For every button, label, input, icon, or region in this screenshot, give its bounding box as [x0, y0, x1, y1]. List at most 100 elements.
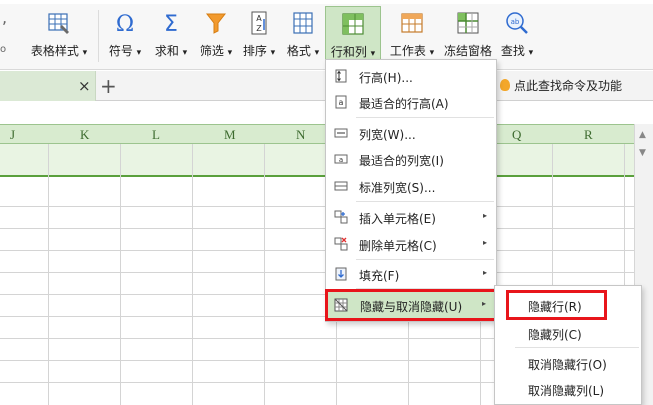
rows-columns-button[interactable]: 行和列 ▾: [325, 6, 381, 62]
chevron-down-icon: ▾: [528, 48, 534, 58]
autofit-column-width-icon: a: [334, 154, 348, 164]
submenu-item-label: 取消隐藏行(O): [528, 358, 607, 372]
column-header-k[interactable]: K: [80, 127, 89, 143]
menu-item-column-width[interactable]: 列宽(W)...: [326, 121, 496, 145]
chevron-down-icon: ▾: [82, 48, 88, 58]
svg-text:ab: ab: [511, 18, 520, 26]
sort-label: 排序: [242, 44, 267, 58]
scroll-down-icon[interactable]: ▼: [639, 148, 646, 158]
menu-item-autofit-column-width[interactable]: a 最适合的列宽(I): [326, 147, 496, 171]
grid-line: [0, 228, 634, 229]
omega-icon: Ω: [116, 12, 134, 36]
menu-item-row-height[interactable]: 行高(H)...: [326, 64, 496, 88]
sort-button[interactable]: A Z 排序 ▾: [238, 6, 280, 66]
new-tab-button[interactable]: +: [100, 74, 117, 98]
scroll-up-icon[interactable]: ▲: [639, 130, 646, 140]
menu-item-label: 最适合的行高(A): [359, 97, 449, 111]
format-grid-icon: [293, 12, 313, 34]
chevron-down-icon: ▾: [370, 49, 376, 59]
menu-item-label: 填充(F): [359, 269, 400, 283]
submenu-item-hide-rows[interactable]: 隐藏行(R): [506, 290, 607, 320]
standard-column-width-icon: [334, 181, 348, 191]
submenu-item-hide-columns[interactable]: 隐藏列(C): [495, 320, 641, 346]
svg-text:Ω: Ω: [116, 12, 134, 36]
format-button[interactable]: 格式 ▾: [282, 6, 324, 66]
grid-line: [0, 272, 634, 273]
worksheet-button[interactable]: 工作表 ▾: [384, 6, 440, 66]
submenu-item-label: 隐藏行(R): [528, 300, 582, 314]
freeze-panes-button[interactable]: 冻结窗格: [440, 6, 496, 66]
hide-unhide-icon: [334, 298, 348, 312]
document-tab[interactable]: ×: [0, 71, 96, 101]
command-search-label: 点此查找命令及功能: [514, 79, 623, 93]
menu-item-delete-cells[interactable]: 删除单元格(C) ▸: [326, 232, 496, 256]
filter-label: 筛选: [199, 44, 224, 58]
ribbon-top-edge: [0, 0, 653, 4]
column-width-icon: [334, 128, 348, 138]
menu-item-hide-unhide[interactable]: 隐藏与取消隐藏(U) ▸: [325, 289, 497, 321]
rows-columns-label: 行和列: [330, 45, 367, 59]
symbol-button[interactable]: Ω 符号 ▾: [104, 6, 146, 66]
svg-text:a: a: [339, 98, 344, 107]
column-header-r[interactable]: R: [584, 127, 593, 143]
column-header-j[interactable]: J: [10, 127, 15, 143]
ribbon-cut-off-button[interactable]: , o: [0, 6, 14, 66]
grid-line: [120, 144, 121, 405]
submenu-arrow-icon: ▸: [483, 268, 488, 277]
menu-item-label: 标准列宽(S)...: [359, 181, 436, 195]
sum-button[interactable]: Σ 求和 ▾: [150, 6, 192, 66]
symbol-label: 符号: [108, 44, 133, 58]
submenu-item-unhide-columns[interactable]: 取消隐藏列(L): [495, 376, 641, 402]
freeze-panes-icon: [457, 12, 479, 34]
chevron-down-icon: ▾: [314, 48, 320, 58]
menu-item-label: 删除单元格(C): [359, 239, 437, 253]
row-height-icon: [335, 69, 347, 83]
table-style-button[interactable]: 表格样式 ▾: [26, 6, 92, 66]
menu-separator: [356, 117, 494, 118]
menu-item-label: 列宽(W)...: [359, 128, 416, 142]
column-header-l[interactable]: L: [152, 127, 160, 143]
grid-line: [0, 250, 634, 251]
worksheet-icon: [401, 13, 423, 33]
rows-columns-icon: [342, 13, 364, 35]
sigma-icon: Σ: [164, 12, 178, 36]
lightbulb-icon: [500, 79, 510, 91]
format-label: 格式: [286, 44, 311, 58]
submenu-item-unhide-rows[interactable]: 取消隐藏行(O): [495, 350, 641, 376]
delete-cells-icon: [334, 237, 348, 251]
table-style-label: 表格样式: [30, 44, 79, 58]
svg-text:Z: Z: [256, 24, 262, 33]
find-label: 查找: [500, 44, 525, 58]
chevron-down-icon: ▾: [270, 48, 276, 58]
grid-line: [0, 206, 634, 207]
filter-button[interactable]: 筛选 ▾: [194, 6, 238, 66]
column-header-n[interactable]: N: [296, 127, 305, 143]
table-style-icon: [48, 13, 69, 34]
submenu-item-label: 隐藏列(C): [528, 328, 582, 342]
find-button[interactable]: ab 查找 ▾: [496, 6, 538, 66]
menu-item-insert-cells[interactable]: 插入单元格(E) ▸: [326, 205, 496, 229]
grid-line: [48, 144, 49, 405]
insert-cells-icon: [334, 210, 348, 224]
submenu-arrow-icon: ▸: [483, 238, 488, 247]
submenu-item-label: 取消隐藏列(L): [528, 384, 605, 398]
chevron-down-icon: ▾: [136, 48, 142, 58]
column-header-q[interactable]: Q: [512, 127, 521, 143]
menu-item-label: 插入单元格(E): [359, 212, 436, 226]
sort-az-icon: A Z: [251, 11, 267, 35]
column-header-m[interactable]: M: [224, 127, 236, 143]
menu-item-label: 隐藏与取消隐藏(U): [360, 300, 463, 314]
ribbon-divider: [98, 10, 99, 62]
rows-columns-menu: 行高(H)... a 最适合的行高(A) 列宽(W)... a 最适合的列宽(I…: [325, 59, 497, 322]
command-search[interactable]: 点此查找命令及功能: [500, 77, 622, 94]
chevron-down-icon: ▾: [227, 48, 233, 58]
submenu-arrow-icon: ▸: [483, 211, 488, 220]
selected-row[interactable]: [0, 144, 634, 177]
menu-item-fill[interactable]: 填充(F) ▸: [326, 262, 496, 286]
menu-item-standard-column-width[interactable]: 标准列宽(S)...: [326, 174, 496, 198]
close-icon[interactable]: ×: [78, 77, 91, 95]
svg-text:a: a: [339, 156, 343, 164]
menu-item-autofit-row-height[interactable]: a 最适合的行高(A): [326, 90, 496, 114]
menu-item-label: 最适合的列宽(I): [359, 154, 444, 168]
column-header-row: J K L M N Q R: [0, 124, 634, 144]
